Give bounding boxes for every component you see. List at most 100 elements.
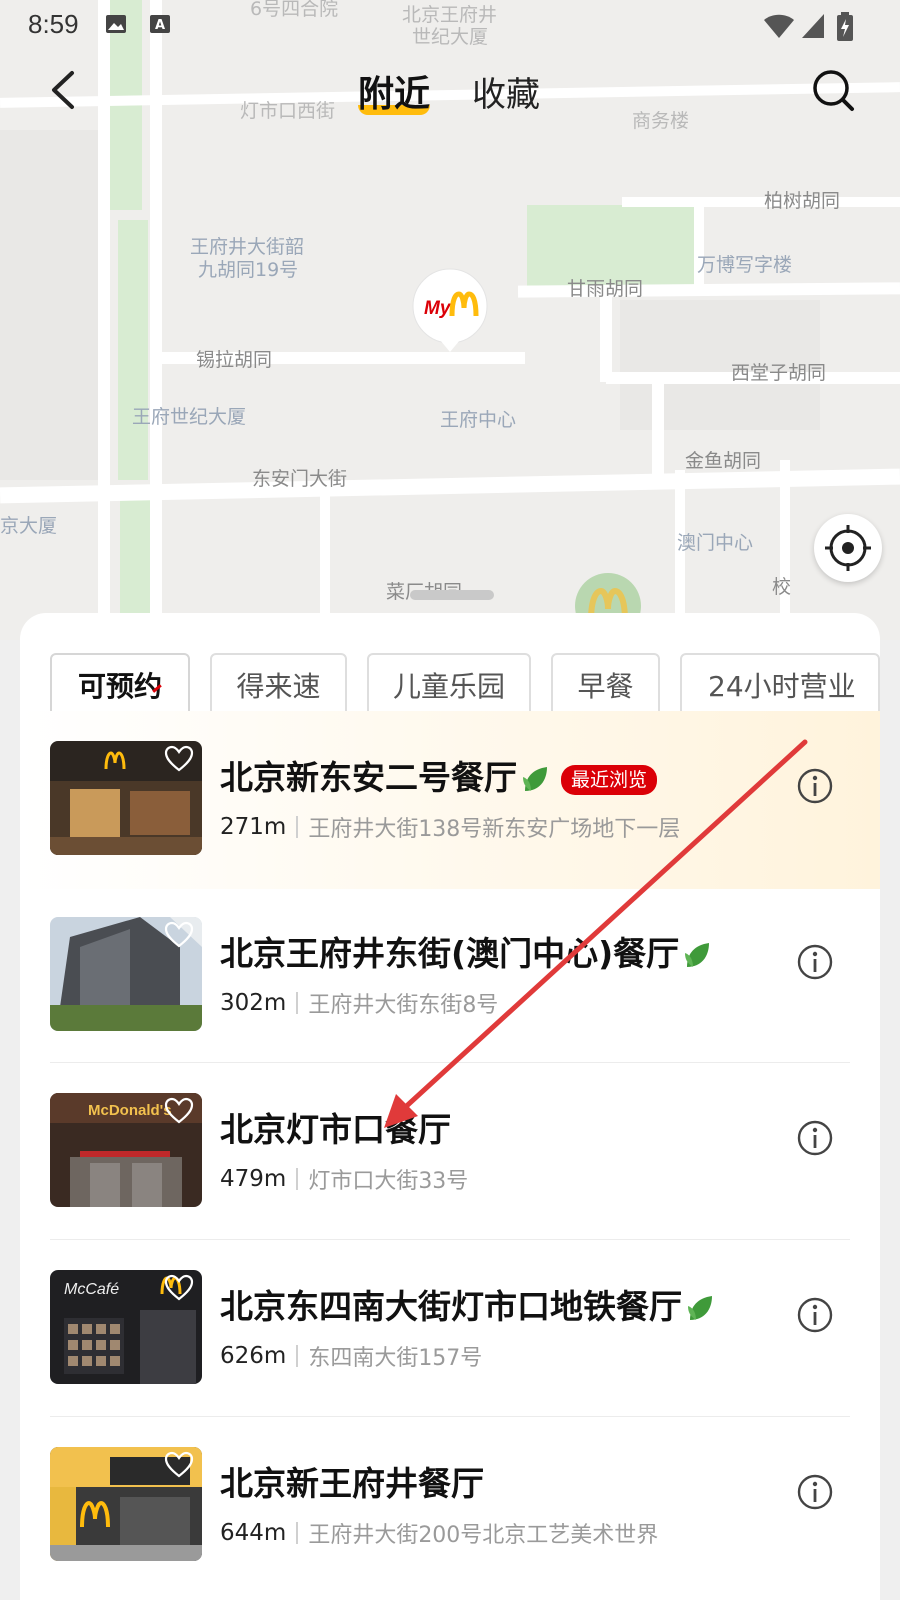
meta-divider: [296, 1345, 299, 1367]
chevron-left-icon: [52, 71, 74, 109]
status-time: 8:59: [28, 9, 79, 39]
search-icon: [813, 70, 854, 111]
battery-icon: [837, 12, 853, 41]
store-distance: 644m: [220, 1520, 287, 1546]
signal-icon: [802, 14, 824, 38]
store-meta: 302m 王府井大街东街8号: [220, 987, 498, 1019]
store-photo: [50, 741, 202, 855]
map-label: 万博写字楼: [697, 254, 793, 276]
filter-chip-label: 早餐: [577, 670, 634, 703]
info-icon[interactable]: [796, 943, 834, 981]
green-leaf-icon: [688, 1295, 712, 1320]
filter-chip-label: 24小时营业: [708, 670, 856, 703]
store-row[interactable]: 北京王府井东街(澳门中心)餐厅 302m 王府井大街东街8号: [20, 887, 880, 1065]
store-address: 东四南大街157号: [308, 1346, 483, 1371]
favorite-heart-icon[interactable]: [164, 1274, 194, 1302]
map-label: 西堂子胡同: [731, 362, 827, 384]
filter-chip-label: 可预约: [77, 670, 162, 703]
store-meta: 626m 东四南大街157号: [220, 1340, 482, 1372]
filter-chip-drive-thru[interactable]: 得来速: [210, 653, 347, 717]
filter-chip-24h[interactable]: 24小时营业: [680, 653, 880, 717]
store-name: 北京王府井东街(澳门中心)餐厅: [220, 934, 680, 973]
map-label: 九胡同19号: [198, 259, 299, 281]
favorite-heart-icon[interactable]: [164, 1451, 194, 1479]
store-name: 北京东四南大街灯市口地铁餐厅: [220, 1287, 682, 1326]
crosshair-icon: [825, 525, 871, 571]
store-name-container: 北京王府井东街(澳门中心)餐厅: [220, 927, 711, 975]
map-label: 校: [772, 576, 792, 598]
map-label: 东安门大街: [252, 468, 348, 490]
store-photo: [50, 1447, 202, 1561]
tab-nearby[interactable]: 附近: [358, 65, 430, 117]
filter-chips: 可预约 得来速 儿童乐园 早餐 24小时营业: [50, 653, 880, 719]
favorite-heart-icon[interactable]: [164, 745, 194, 773]
filter-chip-label: 儿童乐园: [392, 670, 505, 703]
meta-divider: [296, 992, 299, 1014]
store-name-container: 北京新东安二号餐厅 最近浏览: [220, 751, 658, 799]
wifi-icon: [764, 14, 794, 38]
filter-chip-playplace[interactable]: 儿童乐园: [367, 653, 531, 717]
store-name: 北京新东安二号餐厅: [220, 758, 517, 797]
store-address: 王府井大街138号新东安广场地下一层: [308, 817, 681, 842]
map-label: 金鱼胡同: [685, 450, 762, 472]
store-meta: 479m 灯市口大街33号: [220, 1163, 468, 1195]
info-icon[interactable]: [796, 1473, 834, 1511]
store-address: 王府井大街200号北京工艺美术世界: [308, 1523, 659, 1548]
store-name-container: 北京东四南大街灯市口地铁餐厅: [220, 1280, 714, 1328]
svg-text:McCafé: McCafé: [64, 1281, 119, 1298]
current-location-marker[interactable]: My: [410, 268, 490, 360]
store-row[interactable]: 北京新王府井餐厅 644m 王府井大街200号北京工艺美术世界: [20, 1417, 880, 1595]
back-button[interactable]: [40, 65, 90, 115]
store-photo: [50, 917, 202, 1031]
store-distance: 626m: [220, 1343, 287, 1369]
info-icon[interactable]: [796, 1119, 834, 1157]
filter-chip-label: 得来速: [236, 670, 321, 703]
top-navigation: 附近 收藏: [0, 55, 900, 130]
locate-me-button[interactable]: [814, 514, 882, 582]
store-distance: 302m: [220, 990, 287, 1016]
sheet-drag-handle[interactable]: [410, 590, 494, 600]
map-label: 京大厦: [0, 515, 58, 537]
store-photo: McDonald's: [50, 1093, 202, 1207]
filter-chip-breakfast[interactable]: 早餐: [551, 653, 660, 717]
tab-favorites[interactable]: 收藏: [472, 67, 540, 116]
filter-chip-reservable[interactable]: 可预约: [50, 653, 190, 717]
store-distance: 479m: [220, 1166, 287, 1192]
search-button[interactable]: [808, 65, 858, 115]
svg-text:My: My: [424, 298, 452, 319]
store-row[interactable]: 北京新东安二号餐厅 最近浏览 271m 王府井大街138号新东安广场地下一层: [20, 711, 880, 889]
store-row[interactable]: McCafé 北京东四南大街灯市口地铁餐厅 626m 东四南大街157号: [20, 1240, 880, 1418]
map-label: 甘雨胡同: [567, 278, 644, 300]
favorite-heart-icon[interactable]: [164, 921, 194, 949]
store-address: 王府井大街东街8号: [308, 993, 499, 1018]
green-leaf-icon: [685, 942, 710, 967]
store-list-sheet: 可预约 得来速 儿童乐园 早餐 24小时营业 北京新东安二号餐厅 最近浏览 27…: [20, 613, 880, 1600]
map-label: 王府中心: [440, 409, 517, 431]
favorite-heart-icon[interactable]: [164, 1097, 194, 1125]
info-icon[interactable]: [796, 767, 834, 805]
store-row[interactable]: McDonald's 北京灯市口餐厅 479m 灯市口大街33号: [20, 1063, 880, 1241]
map-label: 王府井大街韶: [190, 236, 305, 258]
store-name: 北京新王府井餐厅: [220, 1464, 484, 1503]
svg-text:McDonald's: McDonald's: [88, 1102, 172, 1119]
store-distance: 271m: [220, 814, 287, 840]
store-photo: McCafé: [50, 1270, 202, 1384]
store-address: 灯市口大街33号: [308, 1169, 469, 1194]
meta-divider: [296, 1522, 299, 1544]
recently-viewed-badge: 最近浏览: [561, 764, 658, 795]
map-label: 锡拉胡同: [196, 349, 273, 371]
image-icon: [106, 15, 126, 33]
meta-divider: [296, 1168, 299, 1190]
store-name: 北京灯市口餐厅: [220, 1110, 451, 1149]
info-icon[interactable]: [796, 1296, 834, 1334]
store-meta: 644m 王府井大街200号北京工艺美术世界: [220, 1517, 658, 1549]
map-label: 王府世纪大厦: [132, 406, 247, 428]
green-leaf-icon: [523, 766, 547, 791]
map-label: 澳门中心: [677, 532, 754, 554]
meta-divider: [296, 816, 299, 838]
map-label: 柏树胡同: [764, 190, 841, 212]
store-meta: 271m 王府井大街138号新东安广场地下一层: [220, 811, 680, 843]
font-icon: A: [150, 15, 170, 33]
svg-text:A: A: [155, 18, 165, 33]
status-bar: 8:59 A: [0, 0, 900, 50]
